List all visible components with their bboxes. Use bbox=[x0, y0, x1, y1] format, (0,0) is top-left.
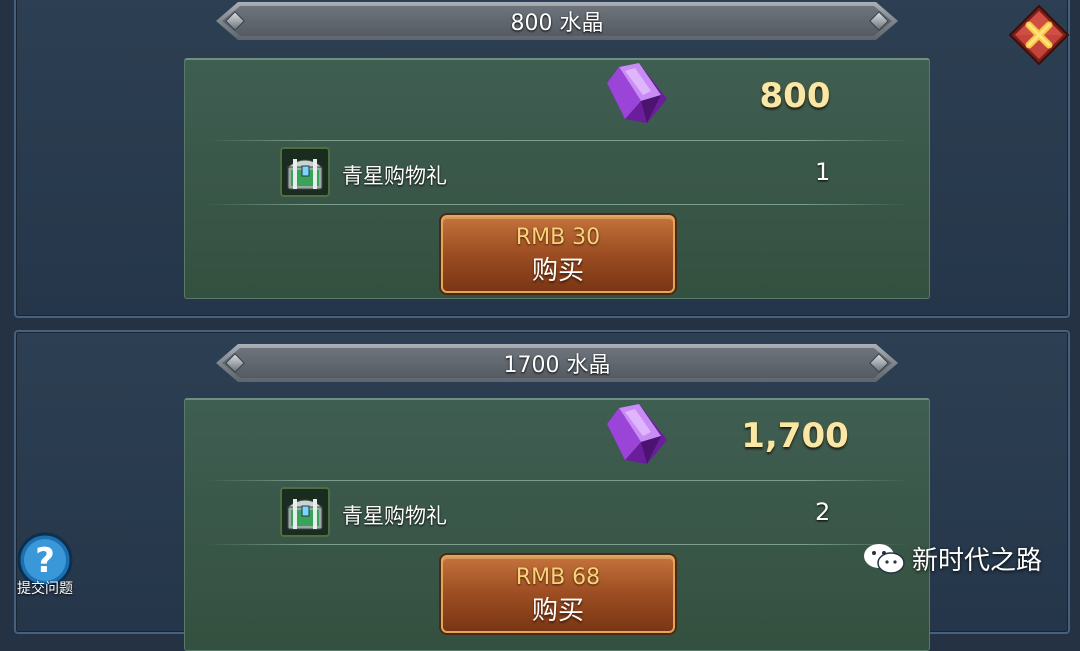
purple-crystal-icon bbox=[607, 63, 667, 123]
treasure-chest-icon bbox=[280, 487, 330, 537]
help-button[interactable]: ? 提交问题 bbox=[12, 532, 78, 602]
buy-label: 购买 bbox=[531, 256, 584, 286]
offer-header-bar: 1700 水晶 bbox=[216, 344, 898, 382]
close-icon bbox=[1008, 4, 1070, 66]
offer-panel-1700: 1700 水晶 1,700 青星购物礼 2 RMB 68 购买 bbox=[14, 330, 1070, 651]
divider bbox=[205, 204, 909, 205]
gift-count: 1 bbox=[815, 158, 831, 186]
purple-crystal-icon bbox=[607, 404, 667, 464]
offer-header-bar: 800 水晶 bbox=[216, 2, 898, 40]
buy-button[interactable]: RMB 68 购买 bbox=[441, 555, 675, 633]
offer-title: 800 水晶 bbox=[510, 11, 604, 36]
wechat-icon bbox=[864, 543, 905, 574]
gift-count: 2 bbox=[815, 498, 831, 526]
price-label: RMB 68 bbox=[515, 565, 601, 590]
watermark-text: 新时代之路 bbox=[912, 546, 1043, 576]
divider bbox=[205, 140, 909, 141]
treasure-chest-icon bbox=[280, 147, 330, 197]
crystal-amount: 1,700 bbox=[741, 416, 849, 456]
help-label: 提交问题 bbox=[17, 581, 73, 597]
offer-card: 800 青星购物礼 1 RMB 30 购买 bbox=[184, 58, 930, 299]
offer-card: 1,700 青星购物礼 2 RMB 68 购买 bbox=[184, 398, 930, 651]
price-label: RMB 30 bbox=[515, 225, 601, 250]
svg-text:?: ? bbox=[35, 541, 55, 581]
divider bbox=[205, 480, 909, 481]
close-button[interactable] bbox=[1008, 4, 1070, 66]
crystal-amount: 800 bbox=[759, 76, 831, 116]
buy-button[interactable]: RMB 30 购买 bbox=[441, 215, 675, 293]
offer-panel-800: 800 水晶 800 青星购物礼 1 RMB 30 购买 bbox=[14, 0, 1070, 318]
gift-name: 青星购物礼 bbox=[342, 164, 447, 188]
watermark: 新时代之路 bbox=[862, 540, 1042, 577]
divider bbox=[205, 544, 909, 545]
offer-title: 1700 水晶 bbox=[503, 353, 611, 378]
buy-label: 购买 bbox=[531, 596, 584, 626]
gift-name: 青星购物礼 bbox=[342, 504, 447, 528]
